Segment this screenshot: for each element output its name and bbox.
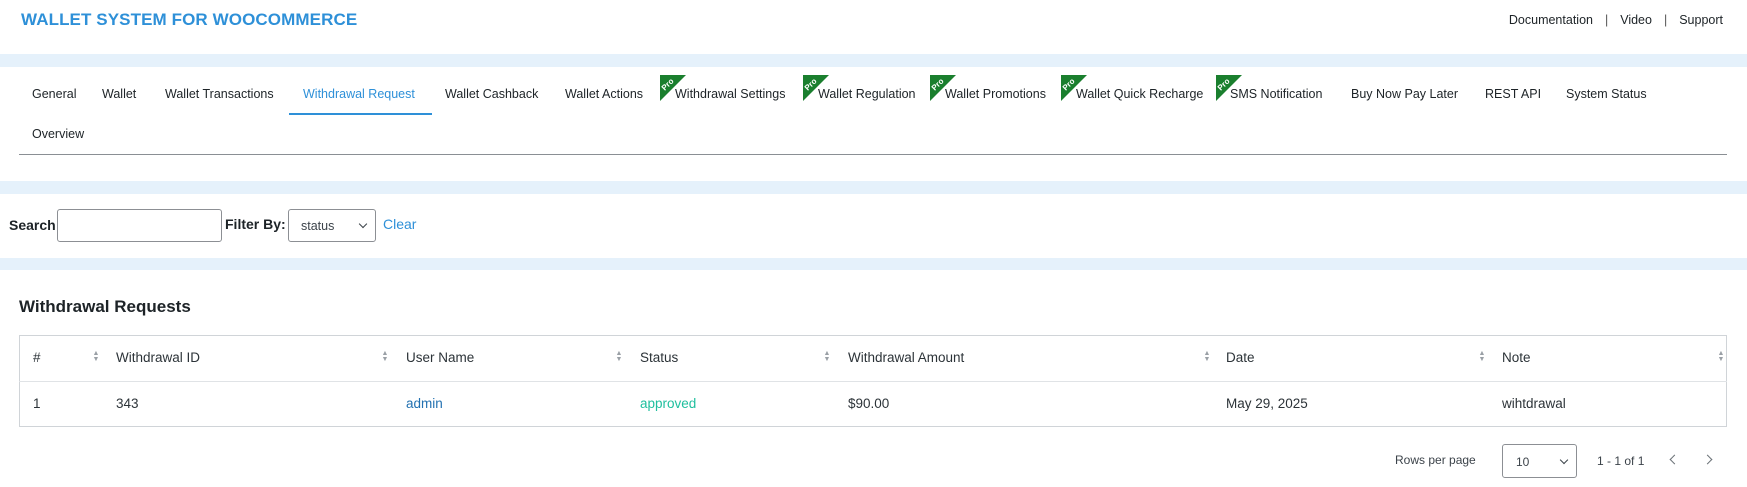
previous-page-button[interactable] bbox=[1665, 452, 1681, 468]
sort-icon[interactable]: ▲ ▼ bbox=[92, 350, 100, 363]
cell-user-name-link[interactable]: admin bbox=[406, 396, 443, 411]
tab-wallet-actions[interactable]: Wallet Actions bbox=[565, 87, 643, 101]
cell-withdrawal-amount: $90.00 bbox=[848, 396, 890, 411]
status-filter-value: status bbox=[301, 219, 335, 233]
header-links: Documentation | Video | Support bbox=[1509, 13, 1723, 27]
tab-rest-api[interactable]: REST API bbox=[1485, 87, 1541, 101]
separator: | bbox=[1604, 13, 1609, 27]
tab-overview[interactable]: Overview bbox=[32, 127, 84, 141]
sort-icon[interactable]: ▲ ▼ bbox=[1717, 350, 1725, 363]
tab-withdrawal-request[interactable]: Withdrawal Request bbox=[303, 87, 415, 101]
tab-sms-notification[interactable]: SMS Notification bbox=[1230, 87, 1322, 101]
divider-band bbox=[0, 258, 1747, 270]
sort-icon[interactable]: ▲ ▼ bbox=[1478, 350, 1486, 363]
divider-band bbox=[0, 54, 1747, 67]
video-link[interactable]: Video bbox=[1620, 13, 1652, 27]
tab-withdrawal-settings[interactable]: Withdrawal Settings bbox=[675, 87, 785, 101]
tab-wallet-cashback[interactable]: Wallet Cashback bbox=[445, 87, 538, 101]
divider-band bbox=[0, 181, 1747, 194]
column-header-withdrawal-id[interactable]: Withdrawal ID bbox=[116, 350, 200, 365]
sort-icon[interactable]: ▲ ▼ bbox=[615, 350, 623, 363]
header-row-divider bbox=[19, 381, 1727, 382]
clear-button[interactable]: Clear bbox=[383, 216, 416, 232]
search-label: Search bbox=[9, 217, 56, 233]
support-link[interactable]: Support bbox=[1679, 13, 1723, 27]
cell-date: May 29, 2025 bbox=[1226, 396, 1308, 411]
rows-per-page-value: 10 bbox=[1516, 455, 1530, 469]
cell-withdrawal-id: 343 bbox=[116, 396, 139, 411]
tabs-divider bbox=[19, 154, 1727, 155]
status-filter-select[interactable]: status bbox=[288, 209, 376, 242]
next-page-button[interactable] bbox=[1702, 452, 1718, 468]
tab-buy-now-pay-later[interactable]: Buy Now Pay Later bbox=[1351, 87, 1458, 101]
column-header-date[interactable]: Date bbox=[1226, 350, 1255, 365]
chevron-right-icon bbox=[1702, 454, 1713, 465]
cell-note: wihtdrawal bbox=[1502, 396, 1566, 411]
tab-wallet-regulation[interactable]: Wallet Regulation bbox=[818, 87, 916, 101]
column-header-note[interactable]: Note bbox=[1502, 350, 1531, 365]
tab-wallet-promotions[interactable]: Wallet Promotions bbox=[945, 87, 1046, 101]
chevron-down-icon bbox=[358, 219, 368, 229]
rows-per-page-label: Rows per page bbox=[1395, 453, 1476, 467]
tab-wallet-quick-recharge[interactable]: Wallet Quick Recharge bbox=[1076, 87, 1203, 101]
top-header: WALLET SYSTEM FOR WOOCOMMERCE Documentat… bbox=[0, 0, 1747, 54]
page-title: Withdrawal Requests bbox=[19, 297, 191, 316]
column-header-number[interactable]: # bbox=[33, 350, 41, 365]
sort-icon[interactable]: ▲ ▼ bbox=[381, 350, 389, 363]
tab-wallet-transactions[interactable]: Wallet Transactions bbox=[165, 87, 274, 101]
search-input[interactable] bbox=[57, 209, 222, 242]
pagination-range: 1 - 1 of 1 bbox=[1597, 454, 1645, 468]
chevron-down-icon bbox=[1559, 455, 1569, 465]
column-header-status[interactable]: Status bbox=[640, 350, 678, 365]
active-tab-underline bbox=[289, 113, 432, 115]
separator: | bbox=[1663, 13, 1668, 27]
chevron-left-icon bbox=[1669, 454, 1680, 465]
tab-system-status[interactable]: System Status bbox=[1566, 87, 1647, 101]
cell-number: 1 bbox=[33, 396, 41, 411]
tabs-panel bbox=[0, 67, 1747, 181]
status-badge: approved bbox=[640, 396, 697, 411]
column-header-withdrawal-amount[interactable]: Withdrawal Amount bbox=[848, 350, 964, 365]
column-header-user-name[interactable]: User Name bbox=[406, 350, 474, 365]
sort-icon[interactable]: ▲ ▼ bbox=[823, 350, 831, 363]
rows-per-page-select[interactable]: 10 bbox=[1502, 444, 1577, 478]
tab-general[interactable]: General bbox=[32, 87, 76, 101]
sort-icon[interactable]: ▲ ▼ bbox=[1203, 350, 1211, 363]
app-title: WALLET SYSTEM FOR WOOCOMMERCE bbox=[21, 10, 358, 29]
filter-by-label: Filter By: bbox=[225, 216, 286, 232]
documentation-link[interactable]: Documentation bbox=[1509, 13, 1593, 27]
tab-wallet[interactable]: Wallet bbox=[102, 87, 136, 101]
